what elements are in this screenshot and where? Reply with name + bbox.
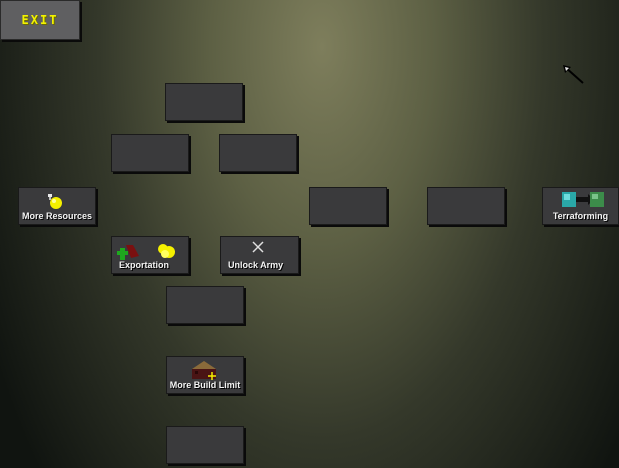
mouse-cursor-icon xyxy=(563,65,584,84)
upgrade-slot-locked-1[interactable] xyxy=(165,83,243,121)
upgrade-slot-locked-6[interactable] xyxy=(166,286,244,324)
crossed-swords-icon xyxy=(252,241,264,253)
upgrade-slot-locked-2[interactable] xyxy=(111,134,189,172)
export-goods-icon xyxy=(117,244,175,260)
upgrade-more-resources-label: More Resources xyxy=(21,211,93,221)
resource-orb-icon xyxy=(48,194,62,209)
upgrade-terraforming[interactable]: Terraforming xyxy=(542,187,619,225)
terrain-transform-icon xyxy=(562,192,604,207)
upgrade-slot-locked-7[interactable] xyxy=(166,426,244,464)
upgrade-slot-locked-4[interactable] xyxy=(309,187,387,225)
upgrade-unlock-army-label: Unlock Army xyxy=(228,260,284,270)
upgrade-unlock-army[interactable]: Unlock Army xyxy=(220,236,299,274)
building-plus-icon xyxy=(192,361,216,380)
exit-button[interactable]: EXIT xyxy=(0,0,80,40)
upgrade-more-resources[interactable]: More Resources xyxy=(18,187,96,225)
upgrade-more-build-limit[interactable]: More Build Limit xyxy=(166,356,244,394)
upgrade-exportation[interactable]: Exportation xyxy=(111,236,189,274)
upgrade-exportation-label: Exportation xyxy=(119,260,170,270)
exit-button-label: EXIT xyxy=(21,13,59,27)
upgrade-more-build-limit-label: More Build Limit xyxy=(169,380,241,390)
upgrade-slot-locked-3[interactable] xyxy=(219,134,297,172)
upgrade-slot-locked-5[interactable] xyxy=(427,187,505,225)
upgrade-terraforming-label: Terraforming xyxy=(552,211,609,221)
